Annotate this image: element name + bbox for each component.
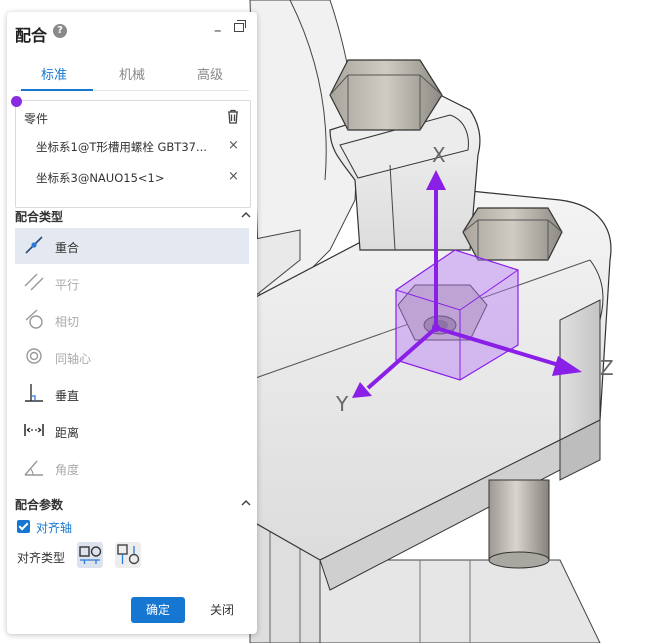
hex-bolt-head-top[interactable] [329,59,443,131]
tab-advanced[interactable]: 高级 [171,64,249,83]
mate-type-label: 角度 [55,463,80,477]
align-axis-label[interactable]: 对齐轴 [36,519,72,536]
panel-title: 配合 [15,26,48,45]
remove-part-icon[interactable]: × [228,169,239,184]
part-item-label: 坐标系3@NAUO15<1> [36,171,165,185]
axis-label-z: Z [600,356,614,380]
mate-type-angle[interactable]: 角度 [15,450,249,486]
lower-shaft [488,479,550,569]
axis-label-x: X [432,143,446,167]
mate-type-label: 垂直 [55,389,80,403]
mate-panel: 配合 ? – 标准 机械 高级 零件 坐标系1@T形槽用螺栓 GBT37... … [7,12,257,634]
axis-label-y: Y [335,392,349,416]
chevron-up-icon[interactable] [240,498,252,508]
part-item[interactable]: 坐标系1@T形槽用螺栓 GBT37... × [36,138,241,157]
mate-type-distance[interactable]: 距离 [15,413,249,449]
mate-type-concentric[interactable]: 同轴心 [15,339,249,375]
remove-part-icon[interactable]: × [228,138,239,153]
tab-standard[interactable]: 标准 [15,64,93,83]
minimize-icon[interactable]: – [214,21,222,39]
align-type-label: 对齐类型 [17,551,66,565]
tangent-icon [25,309,43,329]
ok-button[interactable]: 确定 [131,597,185,623]
coincident-icon [25,236,43,254]
aligned-icon [79,546,102,564]
mate-type-label: 平行 [55,278,80,292]
distance-icon [24,424,44,436]
part-item-label: 坐标系1@T形槽用螺栓 GBT37... [36,140,207,154]
mate-type-coincident[interactable]: 重合 [15,228,249,264]
mate-type-tangent[interactable]: 相切 [15,302,249,338]
mate-type-label: 距离 [55,426,80,440]
active-tab-indicator [21,89,93,91]
mate-types-header[interactable]: 配合类型 [15,208,63,225]
hex-nut-right[interactable] [462,207,563,261]
close-button[interactable]: 关闭 [200,597,244,623]
align-type-aligned-button[interactable] [77,542,103,568]
help-icon[interactable]: ? [53,24,67,38]
perpendicular-icon [25,384,43,402]
trash-icon[interactable] [226,109,240,124]
restore-window-icon[interactable] [234,20,246,32]
mate-type-parallel[interactable]: 平行 [15,265,249,301]
angle-icon [24,460,43,476]
align-axis-checkbox[interactable] [17,520,30,533]
chevron-up-icon[interactable] [240,210,252,220]
mate-type-label: 相切 [55,315,80,329]
mate-type-label: 重合 [55,241,80,255]
tab-mechanical[interactable]: 机械 [93,64,171,83]
selection-marker-icon [11,96,22,107]
mate-params-header[interactable]: 配合参数 [15,496,63,513]
parts-selection-box[interactable]: 零件 坐标系1@T形槽用螺栓 GBT37... × 坐标系3@NAUO15<1>… [11,96,251,208]
anti-aligned-icon [117,544,140,565]
parallel-icon [24,273,44,291]
part-item[interactable]: 坐标系3@NAUO15<1> × [36,169,241,188]
mate-type-perpendicular[interactable]: 垂直 [15,376,249,412]
concentric-icon [26,348,42,364]
mate-tabs: 标准 机械 高级 [15,64,249,91]
mate-type-label: 同轴心 [55,352,92,366]
parts-title: 零件 [24,112,49,126]
align-type-anti-aligned-button[interactable] [115,542,141,568]
